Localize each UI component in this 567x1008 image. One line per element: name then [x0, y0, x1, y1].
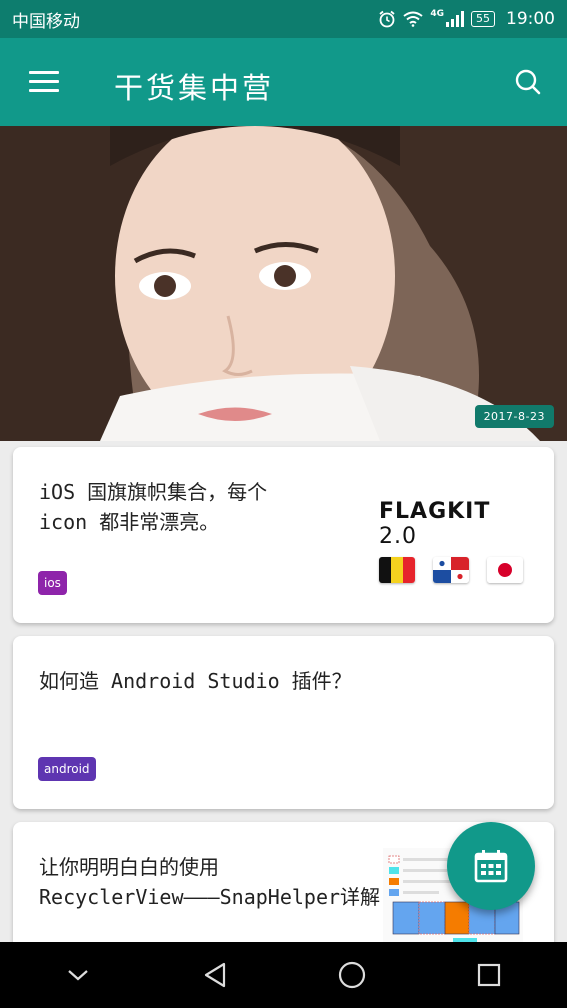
chevron-down-icon[interactable]	[58, 955, 98, 995]
article-card[interactable]: iOS 国旗旗帜集合，每个 icon 都非常漂亮。 FLAGKIT 2.0 io…	[13, 447, 554, 623]
article-title: 让你明明白白的使用 RecyclerView———SnapHelper详解	[39, 852, 380, 912]
article-title-line: RecyclerView———SnapHelper详解	[39, 885, 381, 909]
date-badge: 2017-8-23	[474, 405, 554, 428]
article-title-line: icon 都非常漂亮。	[39, 510, 220, 534]
article-title: iOS 国旗旗帜集合，每个 icon 都非常漂亮。	[39, 477, 267, 537]
battery-indicator: 55	[471, 11, 495, 27]
tag-ios[interactable]: ios	[38, 571, 67, 595]
article-title-line: 让你明明白白的使用	[39, 855, 219, 879]
panama-flag-icon	[433, 557, 469, 583]
hamburger-menu-icon[interactable]	[29, 71, 59, 93]
home-circle-icon[interactable]	[332, 955, 372, 995]
carrier-label: 中国移动	[12, 11, 80, 32]
article-title-line: 如何造 Android Studio 插件？	[39, 669, 352, 693]
app-title: 干货集中营	[114, 71, 275, 105]
calendar-icon	[474, 850, 508, 883]
system-nav-bar	[0, 942, 567, 1008]
app-toolbar: 干货集中营	[0, 38, 567, 126]
article-preview-image: FLAGKIT 2.0	[379, 499, 529, 583]
alarm-icon	[379, 10, 395, 28]
calendar-fab-button[interactable]	[447, 822, 535, 910]
status-clock: 19:00	[506, 9, 555, 29]
flagkit-name: FLAGKIT	[379, 499, 491, 524]
article-card[interactable]: 如何造 Android Studio 插件？ android	[13, 636, 554, 809]
search-icon[interactable]	[514, 68, 542, 96]
status-icons: 4G 55 19:00	[378, 9, 555, 29]
hero-image[interactable]: 2017-8-23	[0, 126, 567, 441]
back-triangle-icon[interactable]	[195, 955, 235, 995]
japan-flag-icon	[487, 557, 523, 583]
article-title-line: iOS 国旗旗帜集合，每个	[39, 480, 268, 504]
wifi-icon	[403, 11, 423, 27]
hero-photo	[0, 126, 567, 441]
flagkit-logo: FLAGKIT 2.0	[379, 499, 529, 549]
flagkit-version: 2.0	[379, 524, 417, 549]
tag-android[interactable]: android	[38, 757, 96, 781]
network-type-label: 4G	[430, 9, 444, 19]
signal-icon	[446, 11, 464, 27]
status-bar: 中国移动 4G 55 19:00	[0, 0, 567, 38]
article-title: 如何造 Android Studio 插件？	[39, 666, 352, 696]
recents-square-icon[interactable]	[469, 955, 509, 995]
belgium-flag-icon	[379, 557, 415, 583]
